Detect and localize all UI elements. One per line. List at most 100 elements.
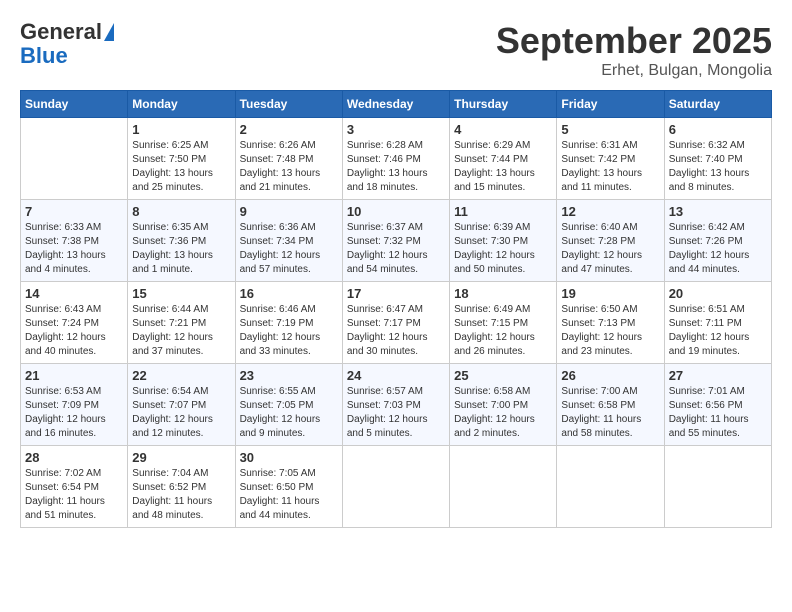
calendar-cell: 15 Sunrise: 6:44 AM Sunset: 7:21 PM Dayli… xyxy=(128,282,235,364)
calendar-cell: 18Sunrise: 6:49 AM Sunset: 7:15 PM Dayli… xyxy=(450,282,557,364)
day-number: 5 xyxy=(561,122,659,137)
calendar-cell: 8Sunrise: 6:35 AM Sunset: 7:36 PM Daylig… xyxy=(128,200,235,282)
calendar-cell: 12Sunrise: 6:40 AM Sunset: 7:28 PM Dayli… xyxy=(557,200,664,282)
calendar-cell: 2 Sunrise: 6:26 AM Sunset: 7:48 PM Daylig… xyxy=(235,118,342,200)
week-row-2: 14 Sunrise: 6:43 AM Sunset: 7:24 PM Dayli… xyxy=(21,282,772,364)
week-row-4: 28Sunrise: 7:02 AM Sunset: 6:54 PM Dayli… xyxy=(21,446,772,528)
day-info: Sunrise: 7:02 AM Sunset: 6:54 PM Dayligh… xyxy=(25,467,123,523)
day-number: 9 xyxy=(240,204,338,219)
day-number: 22 xyxy=(132,368,230,383)
title-section: September 2025 Erhet, Bulgan, Mongolia xyxy=(496,20,772,80)
calendar-table: SundayMondayTuesdayWednesdayThursdayFrid… xyxy=(20,90,772,528)
calendar-cell: 23 Sunrise: 6:55 AM Sunset: 7:05 PM Dayli… xyxy=(235,364,342,446)
day-number: 24 xyxy=(347,368,445,383)
day-info: Sunrise: 6:42 AM Sunset: 7:26 PM Dayligh… xyxy=(669,221,767,277)
day-number: 12 xyxy=(561,204,659,219)
calendar-cell: 27 Sunrise: 7:01 AM Sunset: 6:56 PM Dayli… xyxy=(664,364,771,446)
day-info: Sunrise: 6:26 AM Sunset: 7:48 PM Dayligh… xyxy=(240,139,338,195)
day-number: 16 xyxy=(240,286,338,301)
day-info: Sunrise: 6:39 AM Sunset: 7:30 PM Dayligh… xyxy=(454,221,552,277)
header-thursday: Thursday xyxy=(450,91,557,118)
header-tuesday: Tuesday xyxy=(235,91,342,118)
day-info: Sunrise: 6:25 AM Sunset: 7:50 PM Dayligh… xyxy=(132,139,230,195)
day-info: Sunrise: 6:51 AM Sunset: 7:11 PM Dayligh… xyxy=(669,303,767,359)
day-number: 27 xyxy=(669,368,767,383)
header-wednesday: Wednesday xyxy=(342,91,449,118)
day-number: 14 xyxy=(25,286,123,301)
day-info: Sunrise: 6:33 AM Sunset: 7:38 PM Dayligh… xyxy=(25,221,123,277)
day-info: Sunrise: 7:04 AM Sunset: 6:52 PM Dayligh… xyxy=(132,467,230,523)
day-info: Sunrise: 6:50 AM Sunset: 7:13 PM Dayligh… xyxy=(561,303,659,359)
day-info: Sunrise: 7:00 AM Sunset: 6:58 PM Dayligh… xyxy=(561,385,659,441)
day-info: Sunrise: 6:54 AM Sunset: 7:07 PM Dayligh… xyxy=(132,385,230,441)
calendar-cell: 6Sunrise: 6:32 AM Sunset: 7:40 PM Daylig… xyxy=(664,118,771,200)
day-info: Sunrise: 6:53 AM Sunset: 7:09 PM Dayligh… xyxy=(25,385,123,441)
week-row-3: 21Sunrise: 6:53 AM Sunset: 7:09 PM Dayli… xyxy=(21,364,772,446)
calendar-cell: 25 Sunrise: 6:58 AM Sunset: 7:00 PM Dayli… xyxy=(450,364,557,446)
day-info: Sunrise: 6:29 AM Sunset: 7:44 PM Dayligh… xyxy=(454,139,552,195)
day-number: 1 xyxy=(132,122,230,137)
day-info: Sunrise: 6:55 AM Sunset: 7:05 PM Dayligh… xyxy=(240,385,338,441)
calendar-cell: 20 Sunrise: 6:51 AM Sunset: 7:11 PM Dayli… xyxy=(664,282,771,364)
day-number: 10 xyxy=(347,204,445,219)
day-number: 4 xyxy=(454,122,552,137)
logo-blue: Blue xyxy=(20,44,68,68)
day-number: 6 xyxy=(669,122,767,137)
calendar-cell: 11Sunrise: 6:39 AM Sunset: 7:30 PM Dayli… xyxy=(450,200,557,282)
day-number: 30 xyxy=(240,450,338,465)
calendar-cell: 28Sunrise: 7:02 AM Sunset: 6:54 PM Dayli… xyxy=(21,446,128,528)
logo: General Blue xyxy=(20,20,114,68)
day-number: 25 xyxy=(454,368,552,383)
day-number: 23 xyxy=(240,368,338,383)
header-saturday: Saturday xyxy=(664,91,771,118)
day-info: Sunrise: 6:49 AM Sunset: 7:15 PM Dayligh… xyxy=(454,303,552,359)
day-number: 15 xyxy=(132,286,230,301)
day-number: 26 xyxy=(561,368,659,383)
calendar-cell: 21Sunrise: 6:53 AM Sunset: 7:09 PM Dayli… xyxy=(21,364,128,446)
calendar-cell: 16 Sunrise: 6:46 AM Sunset: 7:19 PM Dayli… xyxy=(235,282,342,364)
day-number: 13 xyxy=(669,204,767,219)
calendar-cell: 14 Sunrise: 6:43 AM Sunset: 7:24 PM Dayli… xyxy=(21,282,128,364)
calendar-cell: 10 Sunrise: 6:37 AM Sunset: 7:32 PM Dayli… xyxy=(342,200,449,282)
header-sunday: Sunday xyxy=(21,91,128,118)
calendar-cell: 4 Sunrise: 6:29 AM Sunset: 7:44 PM Daylig… xyxy=(450,118,557,200)
calendar-cell: 3Sunrise: 6:28 AM Sunset: 7:46 PM Daylig… xyxy=(342,118,449,200)
location: Erhet, Bulgan, Mongolia xyxy=(496,62,772,80)
header-row: SundayMondayTuesdayWednesdayThursdayFrid… xyxy=(21,91,772,118)
calendar-cell: 1 Sunrise: 6:25 AM Sunset: 7:50 PM Daylig… xyxy=(128,118,235,200)
day-info: Sunrise: 6:58 AM Sunset: 7:00 PM Dayligh… xyxy=(454,385,552,441)
calendar-cell xyxy=(342,446,449,528)
week-row-0: 1 Sunrise: 6:25 AM Sunset: 7:50 PM Daylig… xyxy=(21,118,772,200)
calendar-cell xyxy=(21,118,128,200)
day-info: Sunrise: 6:37 AM Sunset: 7:32 PM Dayligh… xyxy=(347,221,445,277)
page-header: General Blue September 2025 Erhet, Bulga… xyxy=(20,20,772,80)
calendar-cell: 22 Sunrise: 6:54 AM Sunset: 7:07 PM Dayli… xyxy=(128,364,235,446)
day-number: 19 xyxy=(561,286,659,301)
day-info: Sunrise: 6:43 AM Sunset: 7:24 PM Dayligh… xyxy=(25,303,123,359)
day-number: 20 xyxy=(669,286,767,301)
calendar-cell: 13 Sunrise: 6:42 AM Sunset: 7:26 PM Dayli… xyxy=(664,200,771,282)
month-title: September 2025 xyxy=(496,20,772,62)
calendar-cell: 7Sunrise: 6:33 AM Sunset: 7:38 PM Daylig… xyxy=(21,200,128,282)
logo-triangle-icon xyxy=(104,23,114,41)
calendar-cell: 9Sunrise: 6:36 AM Sunset: 7:34 PM Daylig… xyxy=(235,200,342,282)
week-row-1: 7Sunrise: 6:33 AM Sunset: 7:38 PM Daylig… xyxy=(21,200,772,282)
calendar-cell xyxy=(664,446,771,528)
calendar-cell: 19 Sunrise: 6:50 AM Sunset: 7:13 PM Dayli… xyxy=(557,282,664,364)
calendar-cell: 30Sunrise: 7:05 AM Sunset: 6:50 PM Dayli… xyxy=(235,446,342,528)
day-info: Sunrise: 7:01 AM Sunset: 6:56 PM Dayligh… xyxy=(669,385,767,441)
calendar-cell: 17Sunrise: 6:47 AM Sunset: 7:17 PM Dayli… xyxy=(342,282,449,364)
day-info: Sunrise: 6:28 AM Sunset: 7:46 PM Dayligh… xyxy=(347,139,445,195)
calendar-cell: 26 Sunrise: 7:00 AM Sunset: 6:58 PM Dayli… xyxy=(557,364,664,446)
day-number: 2 xyxy=(240,122,338,137)
day-info: Sunrise: 6:44 AM Sunset: 7:21 PM Dayligh… xyxy=(132,303,230,359)
day-info: Sunrise: 6:31 AM Sunset: 7:42 PM Dayligh… xyxy=(561,139,659,195)
day-info: Sunrise: 6:46 AM Sunset: 7:19 PM Dayligh… xyxy=(240,303,338,359)
calendar-cell xyxy=(450,446,557,528)
calendar-cell: 24Sunrise: 6:57 AM Sunset: 7:03 PM Dayli… xyxy=(342,364,449,446)
day-number: 17 xyxy=(347,286,445,301)
header-friday: Friday xyxy=(557,91,664,118)
day-info: Sunrise: 6:35 AM Sunset: 7:36 PM Dayligh… xyxy=(132,221,230,277)
header-monday: Monday xyxy=(128,91,235,118)
calendar-cell xyxy=(557,446,664,528)
